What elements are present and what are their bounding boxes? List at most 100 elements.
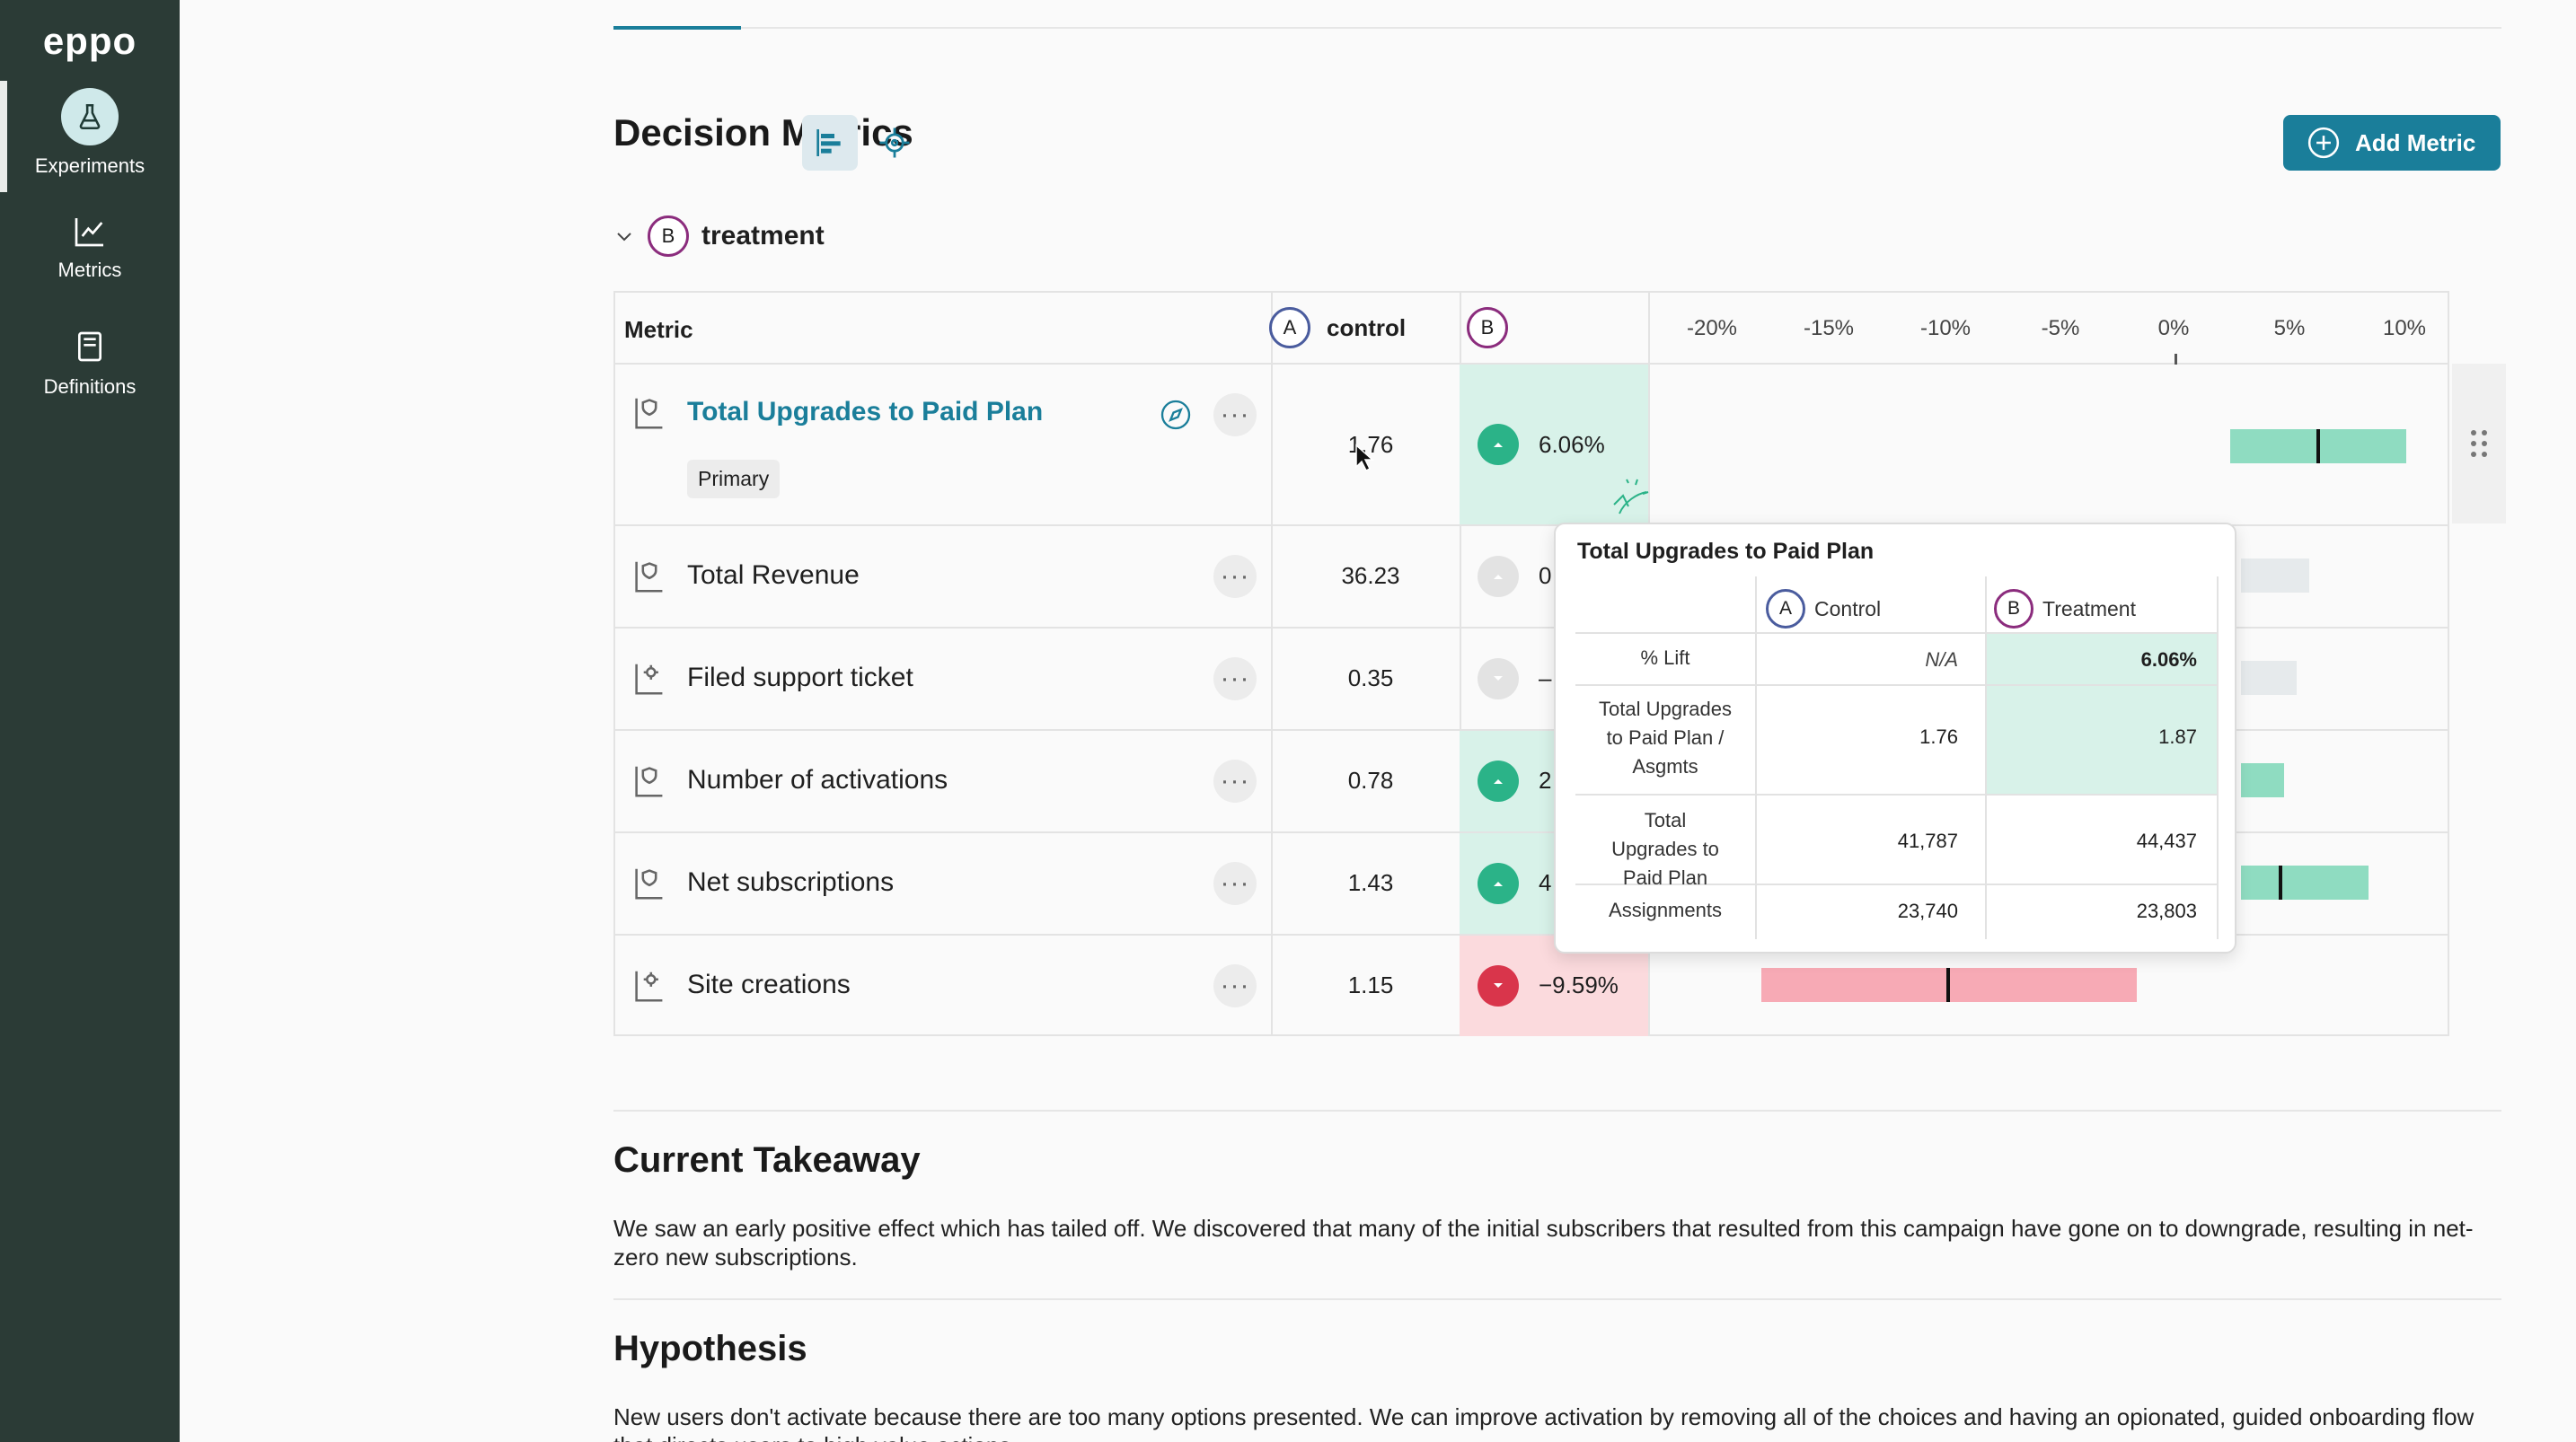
crosshair-view-icon	[879, 127, 910, 158]
lift-value: 0	[1539, 562, 1552, 589]
row-menu-button[interactable]: ···	[1213, 657, 1257, 700]
chevron-down-icon[interactable]	[613, 225, 635, 247]
metric-name[interactable]: Number of activations	[687, 765, 948, 796]
drag-grip-icon	[2471, 430, 2487, 457]
shield-metric-icon	[635, 868, 663, 900]
compass-icon[interactable]	[1158, 397, 1194, 433]
tooltip-row-divider	[1575, 794, 2219, 796]
control-value: 0.78	[1347, 767, 1394, 794]
tooltip-control-value: 41,787	[1897, 830, 1958, 852]
ci-bar[interactable]	[2241, 661, 2297, 695]
takeaway-text: We saw an early positive effect which ha…	[613, 1215, 2474, 1271]
bar-chart-view-icon	[816, 129, 841, 156]
axis-tick-label: 10%	[2382, 316, 2427, 340]
eppo-logo[interactable]: eppo	[0, 20, 180, 63]
line-chart-icon	[75, 218, 103, 247]
section-divider	[613, 1110, 2501, 1112]
lift-value: 6.06%	[1539, 431, 1605, 458]
sidebar-item-metrics[interactable]: Metrics	[0, 214, 180, 282]
shield-metric-icon	[635, 766, 663, 797]
hypothesis-title: Hypothesis	[613, 1329, 807, 1368]
row-menu-button[interactable]: ···	[1213, 964, 1257, 1007]
bar-view-button[interactable]	[802, 115, 858, 171]
axis-tick-label: -5%	[2041, 316, 2080, 340]
shield-metric-icon	[635, 561, 663, 593]
lift-value: −9.59%	[1539, 972, 1619, 998]
tooltip-row-label: Total Upgrades to Paid Plan / Asgmts	[1599, 698, 1732, 778]
variant-badge: B	[648, 215, 689, 257]
arrow-up-icon	[1478, 761, 1519, 802]
ci-point-estimate	[2279, 866, 2282, 900]
metric-name-link[interactable]: Total Upgrades to Paid Plan	[687, 397, 1043, 427]
axis-tick-label: -20%	[1686, 316, 1738, 340]
variant-name: treatment	[701, 221, 825, 251]
metric-name[interactable]: Site creations	[687, 970, 851, 1000]
arrow-down-icon	[1478, 658, 1519, 699]
metric-name[interactable]: Total Revenue	[687, 560, 860, 591]
row-menu-button[interactable]: ···	[1213, 760, 1257, 803]
active-tab-indicator[interactable]	[613, 26, 741, 30]
sidebar: eppo Experiments Metrics Definitions	[0, 0, 180, 1442]
takeaway-title: Current Takeaway	[613, 1140, 921, 1180]
control-label: Control	[1814, 596, 1882, 620]
tooltip-treatment-header: B Treatment	[1994, 589, 2136, 629]
ci-point-estimate	[2316, 429, 2320, 463]
gear-metric-icon	[635, 664, 663, 695]
sidebar-item-experiments[interactable]: Experiments	[0, 88, 180, 178]
control-value: 1.15	[1347, 972, 1394, 998]
tooltip-control-value: N/A	[1925, 648, 1958, 671]
metric-name[interactable]: Filed support ticket	[687, 663, 913, 693]
tooltip-row-label: Total Upgrades to Paid Plan	[1611, 809, 1719, 889]
hypothesis-text: New users don't activate because there a…	[613, 1403, 2475, 1442]
tooltip-control-header: A Control	[1766, 589, 1881, 629]
control-badge: A	[1269, 307, 1310, 348]
treatment-column-header: B	[1467, 307, 1508, 348]
axis-tick-label: -10%	[1919, 316, 1972, 340]
axis-tick-label: -15%	[1803, 316, 1855, 340]
lift-cell[interactable]: 6.06%	[1460, 365, 1649, 524]
sidebar-item-label: Experiments	[34, 154, 146, 177]
tooltip-treatment-value: 44,437	[2136, 830, 2197, 852]
tooltip-treatment-value: 6.06%	[2140, 648, 2197, 671]
ci-bar[interactable]	[2241, 558, 2309, 593]
ci-point-estimate	[1946, 968, 1950, 1002]
primary-tag: Primary	[687, 460, 781, 498]
tooltip-treatment-value: 1.87	[2158, 725, 2197, 748]
section-divider	[613, 1298, 2501, 1300]
tooltip-table: A Control B Treatment % Lift N/A 6.06% T…	[1575, 576, 2219, 939]
row-menu-button[interactable]: ···	[1213, 393, 1257, 436]
control-label: control	[1327, 313, 1407, 341]
book-icon	[78, 331, 101, 362]
plus-circle-icon	[2307, 127, 2340, 159]
sidebar-item-label: Definitions	[43, 375, 137, 398]
zero-axis-tick	[2175, 354, 2177, 365]
metric-name[interactable]: Net subscriptions	[687, 867, 894, 898]
add-metric-button[interactable]: Add Metric	[2283, 115, 2501, 171]
add-metric-label: Add Metric	[2355, 128, 2476, 156]
sidebar-item-definitions[interactable]: Definitions	[0, 327, 180, 399]
row-menu-button[interactable]: ···	[1213, 862, 1257, 905]
lift-value: –	[1539, 664, 1552, 691]
tooltip-row-divider	[1575, 632, 2219, 634]
tooltip-title: Total Upgrades to Paid Plan	[1577, 539, 1875, 564]
treatment-badge: B	[1467, 307, 1508, 348]
row-menu-button[interactable]: ···	[1213, 555, 1257, 598]
control-value: 0.35	[1347, 664, 1394, 691]
table-row[interactable]: Total Upgrades to Paid Plan Primary ··· …	[615, 365, 2448, 524]
control-value: 36.23	[1341, 562, 1400, 589]
axis-tick-label: 5%	[2273, 316, 2306, 340]
tab-underline	[613, 27, 2501, 29]
arrow-up-icon	[1478, 863, 1519, 904]
drag-handle[interactable]	[2452, 364, 2506, 523]
celebration-icon	[1613, 479, 1649, 514]
control-value: 1.43	[1347, 869, 1394, 896]
lift-value: 4	[1539, 869, 1552, 896]
ci-bar[interactable]	[2241, 763, 2284, 797]
treatment-label: Treatment	[2042, 596, 2136, 620]
shield-metric-icon	[635, 398, 663, 429]
ci-bar[interactable]	[2241, 866, 2369, 900]
variant-group-header[interactable]: B treatment	[613, 214, 825, 259]
arrow-down-icon	[1478, 965, 1519, 1007]
tooltip-control-value: 23,740	[1897, 900, 1958, 922]
scatter-view-button[interactable]	[867, 115, 922, 171]
